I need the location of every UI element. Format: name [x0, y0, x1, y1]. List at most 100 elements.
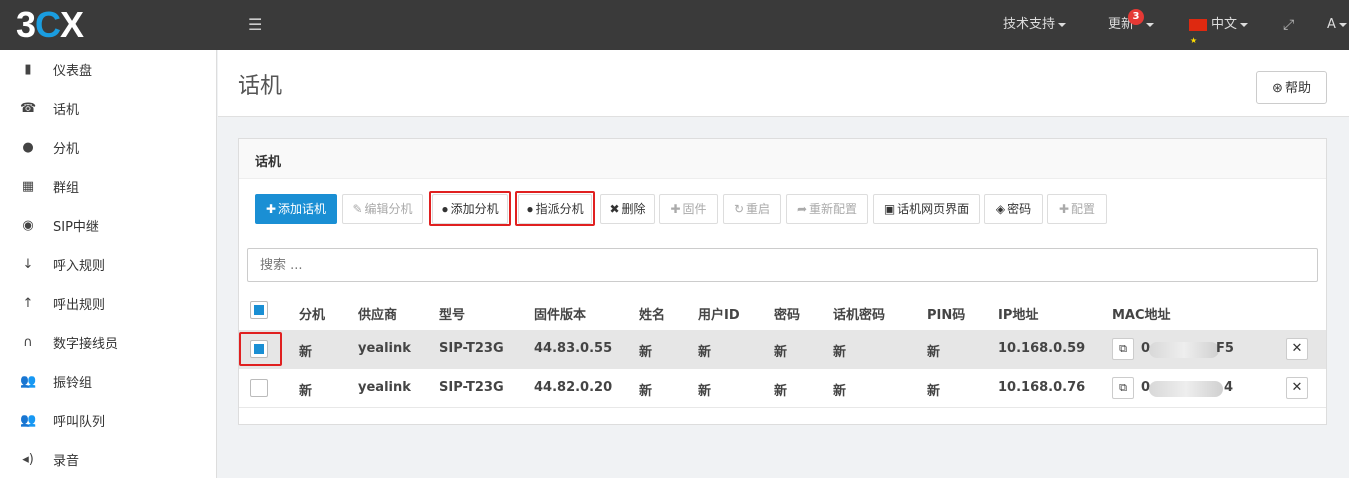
refresh-icon: ↻ [733, 202, 745, 216]
sidebar-item-label: 话机 [53, 103, 80, 118]
fullscreen-icon[interactable]: ⤢ [1283, 0, 1294, 50]
caret-down-icon [1338, 22, 1347, 27]
password-button[interactable]: ◈ 密码 [984, 194, 1043, 224]
support-label: 技术支持 [1003, 17, 1056, 32]
column-header-extension[interactable]: 分机 [299, 304, 325, 323]
sidebar-item-label: 呼入规则 [53, 259, 106, 274]
hamburger-menu-icon[interactable]: ☰ [248, 15, 266, 35]
volume-icon: ◂) [22, 452, 34, 467]
sidebar-item-phones[interactable]: ☎ 话机 [0, 89, 217, 128]
cell-password: 新 [774, 384, 788, 399]
column-header-mac[interactable]: MAC地址 [1112, 304, 1171, 323]
user-menu[interactable]: A [1327, 0, 1347, 50]
sidebar-item-label: 录音 [53, 454, 80, 469]
search-input[interactable] [247, 248, 1318, 282]
3cx-logo[interactable]: 3CX [16, 4, 84, 45]
sidebar-item-label: 振铃组 [53, 376, 93, 391]
cell-phone-password: 新 [833, 345, 847, 360]
cell-pin: 新 [927, 384, 941, 399]
sidebar-item-extensions[interactable]: ● 分机 [0, 128, 217, 167]
page-header: 话机 ⊛ 帮助 [218, 50, 1349, 117]
bar-chart-icon: ▮ [24, 62, 32, 77]
column-header-model[interactable]: 型号 [439, 304, 465, 323]
cell-user-id: 新 [698, 384, 712, 399]
column-header-pin[interactable]: PIN码 [927, 304, 965, 323]
edit-extension-label: 编辑分机 [364, 202, 413, 216]
cell-firmware: 44.82.0.20 [534, 380, 613, 395]
sidebar-item-label: 仪表盘 [53, 64, 93, 79]
add-phone-label: 添加话机 [278, 202, 327, 216]
firmware-button[interactable]: ✚ 固件 [659, 194, 718, 224]
cell-phone-password: 新 [833, 384, 847, 399]
lifebuoy-icon: ⊛ [1272, 80, 1283, 95]
delete-row-icon[interactable]: ✕ [1286, 338, 1308, 360]
help-button[interactable]: ⊛ 帮助 [1256, 71, 1327, 104]
cell-password: 新 [774, 345, 788, 360]
select-all-checkbox[interactable] [250, 301, 268, 319]
column-header-phone-password[interactable]: 话机密码 [833, 304, 885, 323]
phones-panel: 话机 ✚ 添加话机 ✎ 编辑分机 ● 添加分机 ● 指派分机 ✖ 删除 ✚ 固件 ↻ 重启 ➦… [238, 138, 1327, 425]
phone-icon: ☎ [20, 101, 37, 116]
plus-icon: ✚ [1058, 202, 1070, 216]
sidebar-item-sip-trunks[interactable]: ◉ SIP中继 [0, 206, 217, 245]
column-header-name[interactable]: 姓名 [639, 304, 665, 323]
edit-extension-button[interactable]: ✎ 编辑分机 [342, 194, 423, 224]
plus-icon: ✚ [670, 202, 681, 216]
column-header-ip[interactable]: IP地址 [998, 304, 1038, 323]
page-title: 话机 [238, 74, 283, 99]
panel-header: 话机 [239, 139, 1326, 179]
column-header-password[interactable]: 密码 [774, 304, 800, 323]
pencil-icon: ✎ [352, 202, 363, 216]
mac-redaction-blur [1149, 381, 1223, 397]
delete-button[interactable]: ✖ 删除 [600, 194, 655, 224]
delete-row-icon[interactable]: ✕ [1286, 377, 1308, 399]
sidebar-item-digital-receptionist[interactable]: ∩ 数字接线员 [0, 323, 217, 362]
share-arrow-icon: ➦ [796, 202, 808, 216]
sidebar-item-recordings[interactable]: ◂) 录音 [0, 440, 217, 478]
headset-icon: ∩ [23, 335, 33, 350]
cell-name: 新 [639, 345, 653, 360]
cell-ip: 10.168.0.59 [998, 341, 1086, 356]
sidebar-item-label: 群组 [53, 181, 80, 196]
reprovision-button[interactable]: ➦ 重新配置 [786, 194, 868, 224]
highlight-box [515, 191, 595, 226]
table-row[interactable]: 新 yealink SIP-T23G 44.82.0.20 新 新 新 新 新 … [239, 369, 1326, 408]
copy-icon[interactable]: ⧉ [1112, 377, 1134, 399]
sidebar-item-groups[interactable]: ▦ 群组 [0, 167, 217, 206]
cell-extension: 新 [299, 345, 313, 360]
user-icon: ● [22, 140, 34, 155]
restart-label: 重启 [746, 202, 771, 216]
sidebar-item-outbound-rules[interactable]: ↑ 呼出规则 [0, 284, 217, 323]
cell-vendor: yealink [358, 341, 411, 356]
logo-three: 3 [16, 4, 36, 45]
sidebar-item-ring-groups[interactable]: 👥 振铃组 [0, 362, 217, 401]
restart-button[interactable]: ↻ 重启 [723, 194, 781, 224]
highlight-box [239, 332, 282, 366]
column-header-user-id[interactable]: 用户ID [698, 304, 740, 323]
top-navbar: 3CX ☰ 技术支持 更新 3 中文 ⤢ A [0, 0, 1349, 66]
sidebar-item-call-queues[interactable]: 👥 呼叫队列 [0, 401, 217, 440]
config-label: 配置 [1071, 202, 1096, 216]
cell-firmware: 44.83.0.55 [534, 341, 613, 356]
grid-icon: ▦ [21, 179, 35, 194]
row-checkbox[interactable] [250, 379, 268, 397]
cell-extension: 新 [299, 384, 313, 399]
phone-web-ui-button[interactable]: ▣ 话机网页界面 [873, 194, 980, 224]
sidebar-item-label: 数字接线员 [53, 337, 119, 352]
config-button[interactable]: ✚ 配置 [1047, 194, 1107, 224]
sidebar-item-dashboard[interactable]: ▮ 仪表盘 [0, 50, 217, 89]
language-menu[interactable]: 中文 [1189, 0, 1249, 66]
panel-title: 话机 [255, 155, 282, 170]
copy-icon[interactable]: ⧉ [1112, 338, 1134, 360]
logo-c: C [35, 4, 61, 45]
add-phone-button[interactable]: ✚ 添加话机 [255, 194, 337, 224]
table-row[interactable]: 新 yealink SIP-T23G 44.83.0.55 新 新 新 新 新 … [239, 330, 1326, 369]
support-menu[interactable]: 技术支持 [1003, 0, 1067, 50]
sidebar-item-inbound-rules[interactable]: ↓ 呼入规则 [0, 245, 217, 284]
cell-ip: 10.168.0.76 [998, 380, 1086, 395]
update-menu[interactable]: 更新 3 [1108, 0, 1160, 50]
column-header-firmware[interactable]: 固件版本 [534, 304, 586, 323]
cell-mac-end: F5 [1216, 341, 1234, 356]
cell-vendor: yealink [358, 380, 411, 395]
column-header-vendor[interactable]: 供应商 [358, 304, 397, 323]
